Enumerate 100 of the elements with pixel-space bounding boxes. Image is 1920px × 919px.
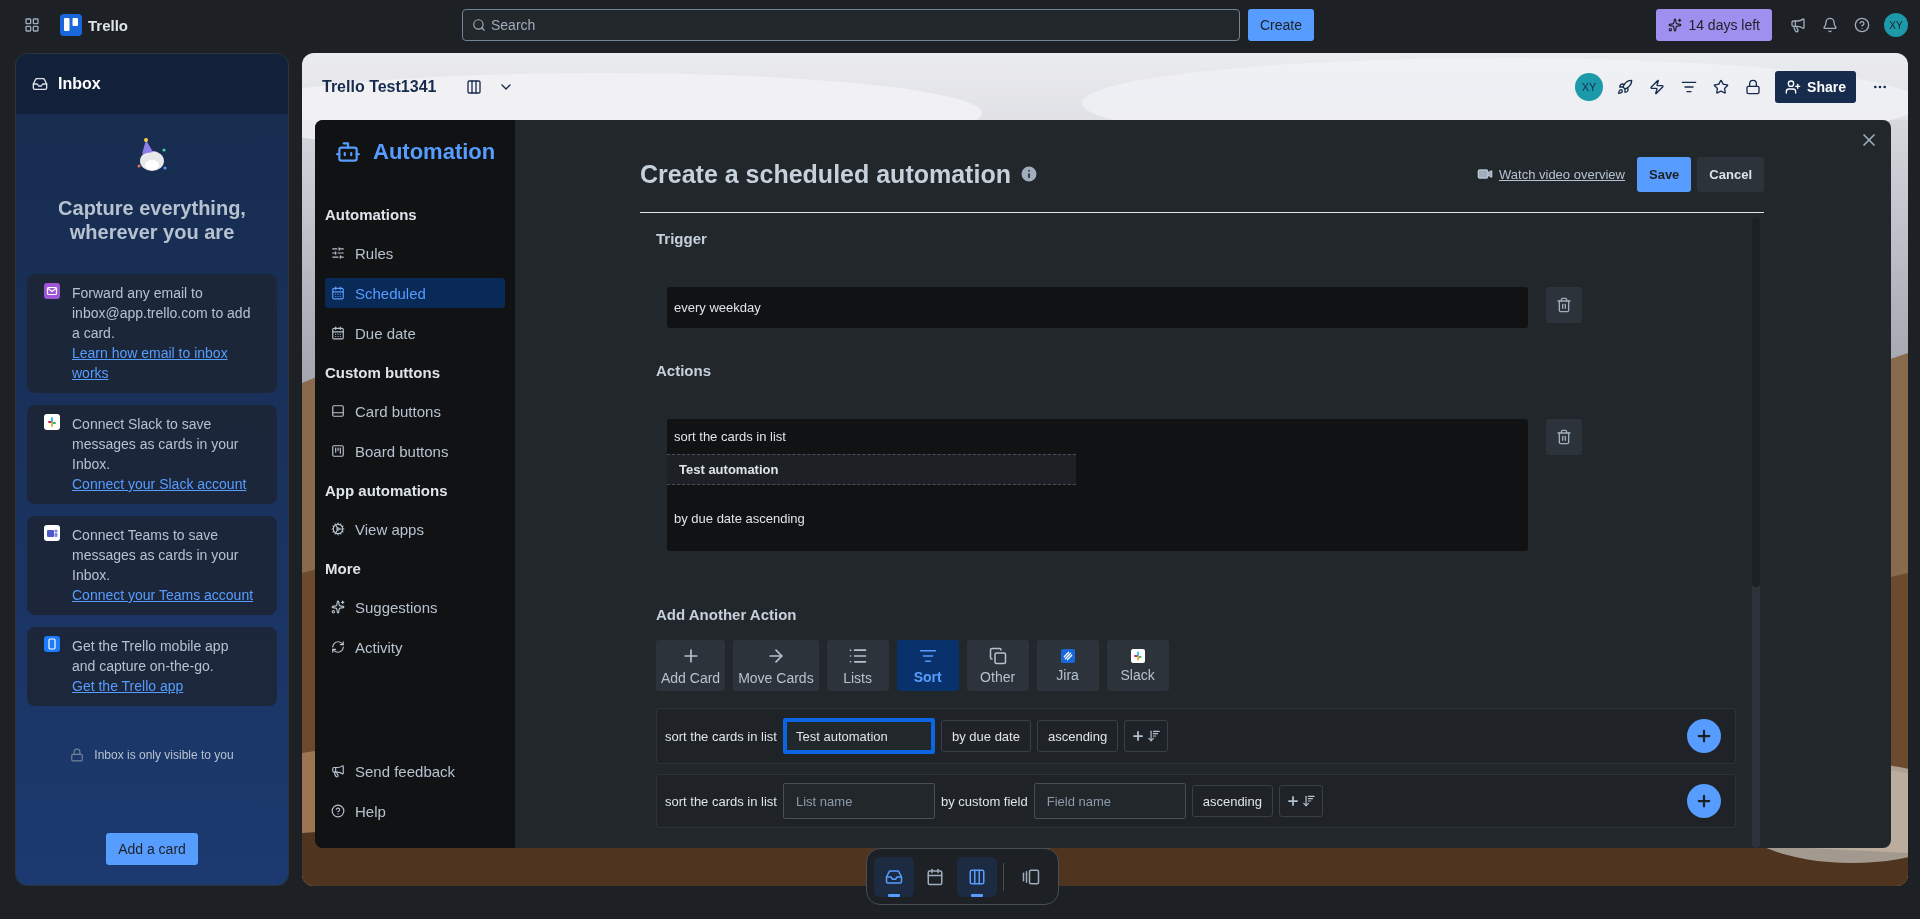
card-icon <box>331 404 345 418</box>
sidebar-item[interactable]: Board buttons <box>325 436 505 466</box>
columns-view-button[interactable] <box>957 856 997 897</box>
section-heading: Add Another Action <box>656 605 798 625</box>
sparkles-icon <box>1668 18 1683 32</box>
link[interactable]: Learn how email to inbox works <box>72 343 254 383</box>
rule-text: sort the cards in list <box>665 793 777 809</box>
option-dropdown[interactable]: ascending <box>1191 785 1273 817</box>
phone-icon <box>44 636 60 652</box>
rule-text: by custom field <box>941 793 1028 809</box>
search-field[interactable]: Search <box>462 9 1240 41</box>
inbox-icon <box>32 76 48 92</box>
calendar-icon <box>926 867 945 886</box>
trello-logo-icon[interactable] <box>60 14 82 36</box>
robot-icon <box>335 139 361 165</box>
card-text: Connect Teams to save messages as cards in your Inbox. <box>72 526 240 585</box>
section-heading: Automations <box>325 204 418 225</box>
columns-icon <box>967 867 986 886</box>
inbox-icon <box>884 867 903 886</box>
add-button[interactable] <box>1687 784 1721 818</box>
delete-icon[interactable] <box>1546 287 1582 323</box>
sidebar-item[interactable]: Due date <box>325 318 505 348</box>
video-camera-icon <box>1477 166 1493 182</box>
sidebar-title: Automation <box>373 139 496 165</box>
board-title: Trello Test1341 <box>322 77 437 96</box>
add-user-icon <box>1785 78 1802 95</box>
action-text: sort the cards in list <box>674 429 786 444</box>
trial-badge[interactable]: 14 days left <box>1656 9 1772 41</box>
help-icon <box>331 804 345 818</box>
section-heading: App automations <box>325 480 449 501</box>
add-sort-button[interactable] <box>1124 720 1169 752</box>
watch-video-link[interactable]: Watch video overview <box>1477 166 1625 182</box>
cancel-button[interactable]: Cancel <box>1697 156 1764 192</box>
teams-icon <box>44 525 60 541</box>
input-field[interactable]: List name <box>783 783 935 819</box>
sidebar-item[interactable]: View apps <box>325 514 505 544</box>
user-avatar[interactable]: XY <box>1884 13 1908 37</box>
board-icon <box>331 444 345 458</box>
app-name: Trello <box>88 16 128 34</box>
plus-icon <box>1695 727 1713 745</box>
card-text: Forward any email to inbox@app.trello.com to add a card. <box>72 284 252 343</box>
sort-icon <box>1302 794 1316 808</box>
refresh-icon <box>331 640 345 654</box>
calendar-icon <box>331 326 345 340</box>
action-type-tab[interactable]: Move Cards <box>733 640 819 691</box>
search-icon <box>472 18 486 32</box>
plus-icon <box>1131 729 1146 743</box>
action-text: by due date ascending <box>674 510 805 526</box>
delete-icon[interactable] <box>1546 419 1582 455</box>
sidebar-item[interactable]: Send feedback <box>325 756 505 786</box>
action-type-tab[interactable]: Slack <box>1106 640 1169 691</box>
action-type-tab[interactable]: Add Card <box>656 640 726 691</box>
calendar-icon <box>331 286 345 300</box>
section-heading: More <box>325 558 362 579</box>
megaphone-icon <box>331 764 345 778</box>
section-heading: Custom buttons <box>325 362 441 383</box>
sliders-icon <box>331 246 345 260</box>
create-button[interactable]: Create <box>1248 9 1315 41</box>
input-field[interactable]: Field name <box>1033 783 1186 819</box>
action-type-tab[interactable]: Sort <box>896 640 959 691</box>
slack-icon <box>1130 648 1145 663</box>
option-dropdown[interactable]: ascending <box>1036 720 1119 752</box>
section-heading: Trigger <box>656 229 708 249</box>
link[interactable]: Connect your Slack account <box>72 474 254 494</box>
boards-icon <box>1022 867 1041 886</box>
input-field[interactable]: Test automation <box>783 718 935 754</box>
sidebar-item[interactable]: Card buttons <box>325 396 505 426</box>
plus-icon <box>1695 792 1713 810</box>
section-heading: Actions <box>656 361 712 381</box>
inbox-title: Inbox <box>58 75 101 93</box>
share-button[interactable]: Share <box>1775 70 1856 103</box>
copy-icon <box>988 646 1007 665</box>
sidebar-item[interactable]: Activity <box>325 632 505 662</box>
privacy-note: Inbox is only visible to you <box>94 748 234 762</box>
list-name: Test automation <box>667 454 1076 485</box>
action-type-tab[interactable]: Other <box>966 640 1029 691</box>
add-card-button[interactable]: Add a card <box>106 833 198 865</box>
action-type-tab[interactable]: Lists <box>826 640 889 691</box>
sidebar-item[interactable]: Rules <box>325 238 505 268</box>
action-type-tab[interactable]: Jira <box>1036 640 1099 691</box>
add-sort-button[interactable] <box>1279 785 1323 817</box>
page-title: Create a scheduled automation <box>640 159 1011 189</box>
jira-icon <box>1060 648 1075 663</box>
rule-text: sort the cards in list <box>665 728 777 744</box>
sidebar-item[interactable]: Suggestions <box>325 592 505 622</box>
link[interactable]: Connect your Teams account <box>72 585 254 605</box>
link[interactable]: Get the Trello app <box>72 676 254 696</box>
sidebar-item[interactable]: Help <box>325 796 505 826</box>
inbox-view-button[interactable] <box>874 856 914 897</box>
sparkles-icon <box>331 600 345 614</box>
save-button[interactable]: Save <box>1637 156 1692 192</box>
inbox-heading: Capture everything, wherever you are <box>57 196 247 244</box>
plus-icon <box>1286 794 1300 808</box>
sort-icon <box>1147 729 1162 743</box>
trigger-box: every weekday <box>667 287 1528 328</box>
option-dropdown[interactable]: by due date <box>941 720 1031 752</box>
sidebar-item[interactable]: Scheduled <box>325 278 505 308</box>
card-text: Connect Slack to save messages as cards in your Inbox. <box>72 415 240 474</box>
add-button[interactable] <box>1687 719 1721 753</box>
info-icon[interactable] <box>1018 164 1039 184</box>
